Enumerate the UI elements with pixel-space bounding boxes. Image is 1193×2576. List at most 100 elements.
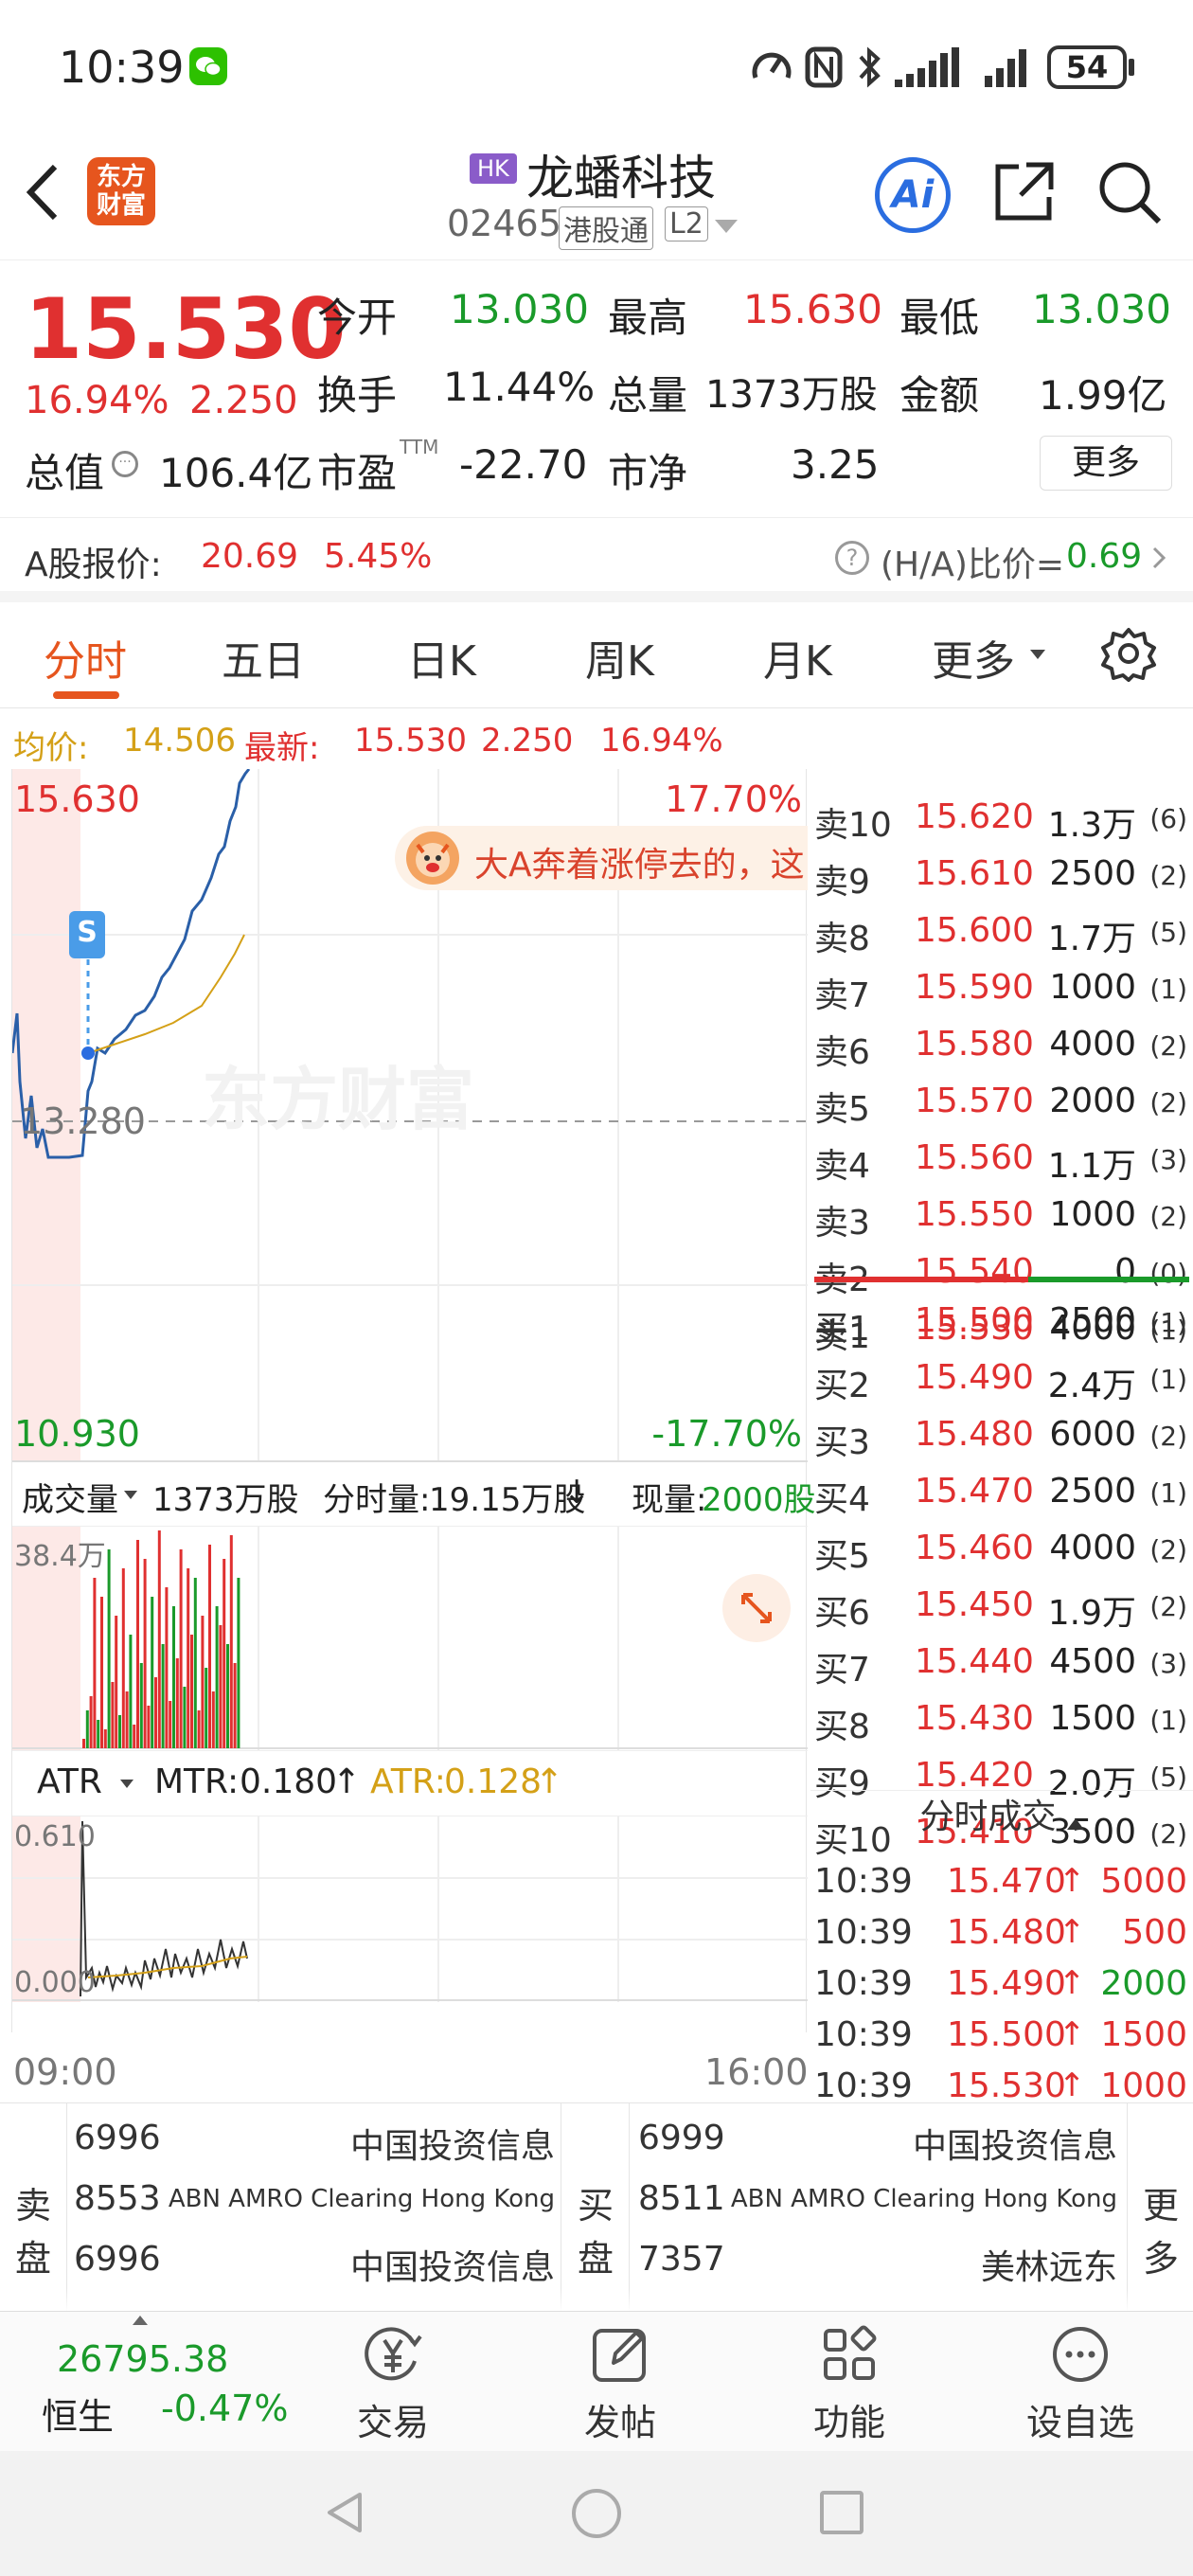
search-icon[interactable] [1096, 159, 1165, 227]
bid-volume: 2500 [1049, 1301, 1136, 1340]
ask-row[interactable]: 卖8 15.600 1.7万 (5) [810, 903, 1193, 960]
bid-level: 买3 [814, 1423, 870, 1462]
volume-bar [187, 1568, 190, 1748]
time-axis-start: 09:00 [13, 2051, 117, 2093]
bid-row[interactable]: 买4 15.470 2500 (1) [810, 1464, 1193, 1521]
volume-bar [211, 1691, 215, 1748]
more-button-label: 更多 [1071, 443, 1140, 482]
logo-text: 东方财富 [96, 163, 146, 220]
pe-label: 市盈 [317, 450, 398, 496]
low-value: 13.030 [1032, 286, 1171, 332]
battery-icon: 54 [1047, 45, 1127, 89]
latest-pct: 16.94% [600, 722, 723, 760]
minute-volume-value: 19.15万股 [429, 1481, 586, 1519]
bid-volume: 4000 [1049, 1529, 1136, 1567]
tab-weekly-k[interactable]: 周K [585, 627, 654, 688]
more-button[interactable]: 更多 [1040, 436, 1172, 491]
chart-top-price: 15.630 [14, 778, 140, 820]
index-value[interactable]: 26795.38 [57, 2338, 228, 2380]
avg-value: 14.506 [123, 722, 236, 760]
ask-row[interactable]: 卖6 15.580 4000 (2) [810, 1017, 1193, 1074]
volume-bar [190, 1635, 193, 1748]
bid-row[interactable]: 买5 15.460 4000 (2) [810, 1521, 1193, 1578]
atr-selector[interactable]: ATR [37, 1762, 102, 1801]
bid-level: 买2 [814, 1367, 870, 1405]
volume-bar [183, 1687, 187, 1748]
expand-button[interactable] [722, 1574, 791, 1642]
chevron-right-icon[interactable] [1150, 545, 1167, 571]
nav-add-watchlist[interactable]: 设自选 [1009, 2321, 1151, 2444]
promo-text: 大A奔着涨停去的，这 [474, 846, 805, 885]
system-back-icon[interactable] [322, 2489, 369, 2536]
ask-row[interactable]: 卖5 15.570 2000 (2) [810, 1074, 1193, 1131]
tab-more[interactable]: 更多 [932, 627, 1015, 688]
nav-trade[interactable]: 交易 [331, 2321, 454, 2444]
tick-price: 15.470 [947, 1862, 1066, 1901]
bid-price: 15.450 [915, 1585, 1034, 1624]
back-icon[interactable] [21, 159, 68, 225]
ask-row[interactable]: 卖2 15.540 0 (0) [810, 1244, 1193, 1301]
intraday-chart[interactable]: 东方财富 S 15.630 17.70% 13.280 10.930 -17.7… [11, 769, 816, 2032]
ai-button[interactable]: Ai [875, 157, 951, 233]
nav-post[interactable]: 发帖 [559, 2321, 682, 2444]
volume-selector[interactable]: 成交量 [22, 1474, 118, 1520]
bid-row[interactable]: 买7 15.440 4500 (3) [810, 1635, 1193, 1691]
chevron-down-icon[interactable] [715, 220, 738, 233]
tab-daily-k[interactable]: 日K [407, 627, 476, 688]
bid-row[interactable]: 买3 15.480 6000 (2) [810, 1407, 1193, 1464]
volume-bar [118, 1715, 121, 1748]
bid-count: (1) [1149, 1705, 1187, 1736]
tab-monthly-k[interactable]: 月K [763, 627, 832, 688]
bid-price: 15.470 [915, 1472, 1034, 1511]
ticks-title: 分时成交 [919, 1798, 1057, 1836]
tab-five-day[interactable]: 五日 [222, 627, 305, 688]
ask-volume: 1000 [1049, 1195, 1136, 1234]
more-dots-icon [1053, 2327, 1108, 2382]
tick-row: 10:39 15.490 ↑ 2000 [810, 1959, 1193, 2010]
ask-row[interactable]: 卖3 15.550 1000 (2) [810, 1188, 1193, 1244]
a-share-bar[interactable]: A股报价: 20.69 5.45% ? (H/A)比价= 0.69 [0, 517, 1193, 602]
nav-functions[interactable]: 功能 [788, 2321, 911, 2444]
bid-level: 买4 [814, 1480, 870, 1519]
ask-row[interactable]: 卖7 15.590 1000 (1) [810, 960, 1193, 1017]
bid-price: 15.460 [915, 1529, 1034, 1567]
help-icon[interactable]: ? [835, 541, 869, 575]
ask-row[interactable]: 卖9 15.610 2500 (2) [810, 847, 1193, 903]
bid-row[interactable]: 买6 15.450 1.9万 (2) [810, 1578, 1193, 1635]
bid-row[interactable]: 买1 15.500 2500 (1) [810, 1294, 1193, 1351]
signal-marker[interactable]: S [69, 911, 105, 958]
broker-fade [0, 2289, 1193, 2312]
broker-row[interactable]: 7357 美林远东 [0, 2230, 1193, 2291]
info-dots-icon[interactable]: ··· [112, 451, 138, 477]
broker-id: 6999 [638, 2119, 725, 2157]
bid-row[interactable]: 买8 15.430 1500 (1) [810, 1691, 1193, 1748]
ask-row[interactable]: 卖4 15.560 1.1万 (3) [810, 1131, 1193, 1188]
ask-level: 卖3 [814, 1204, 870, 1243]
settings-gear-icon[interactable] [1100, 625, 1157, 682]
index-pct[interactable]: -0.47% [161, 2388, 288, 2429]
bid-row[interactable]: 买2 15.490 2.4万 (1) [810, 1351, 1193, 1407]
signal-1-icon [895, 47, 963, 89]
broker-name: 美林远东 [980, 2248, 1117, 2287]
nav-functions-label: 功能 [812, 2402, 885, 2443]
ticks-header[interactable]: 分时成交 [810, 1790, 1193, 1847]
index-name[interactable]: 恒生 [42, 2388, 114, 2440]
tab-intraday[interactable]: 分时 [44, 627, 127, 688]
share-icon[interactable] [990, 159, 1057, 225]
ask-volume: 4000 [1049, 1025, 1136, 1064]
ask-count: (2) [1149, 860, 1187, 891]
app-logo[interactable]: 东方财富 [87, 157, 155, 225]
battery-level: 54 [1065, 49, 1109, 85]
divider-red [814, 1277, 1029, 1282]
atr-chart-svg [12, 1816, 808, 2002]
status-bar: 10:39 54 [0, 0, 1193, 133]
ask-row[interactable]: 卖10 15.620 1.3万 (6) [810, 790, 1193, 847]
broker-row[interactable]: 6999 中国投资信息 [0, 2109, 1193, 2170]
broker-row[interactable]: 8511 ABN AMRO Clearing Hong Kong [0, 2170, 1193, 2230]
system-home-icon[interactable] [572, 2489, 621, 2538]
tick-time: 10:39 [814, 2015, 913, 2054]
promo-banner[interactable]: 大A奔着涨停去的，这 [395, 826, 808, 890]
system-recents-icon[interactable] [820, 2491, 864, 2534]
tick-price: 15.490 [947, 1964, 1066, 2003]
volume-bar [201, 1616, 205, 1748]
